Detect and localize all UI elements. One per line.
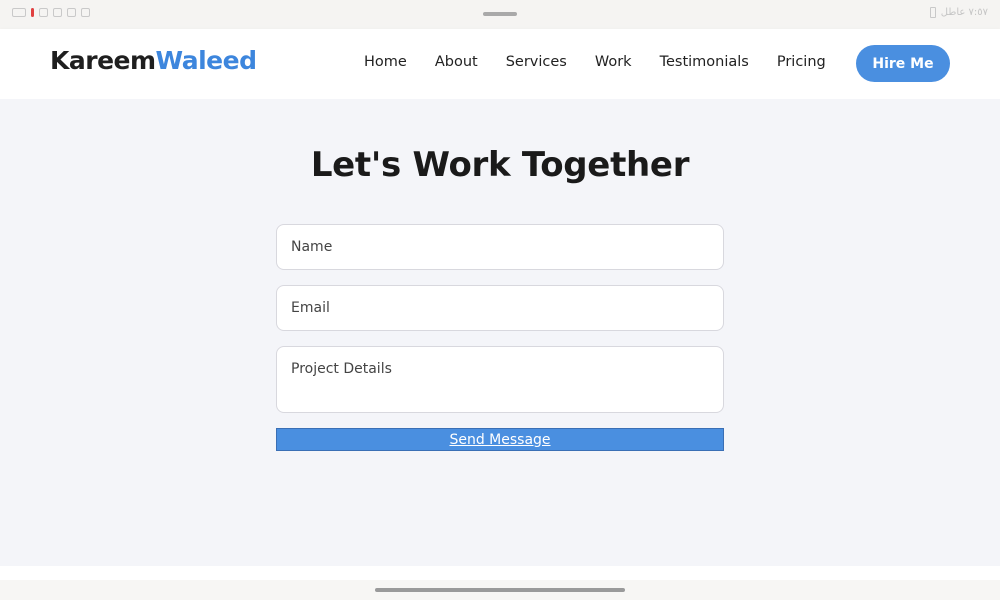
user-icon <box>67 8 76 17</box>
status-text: ٧:٥٧ عاطل <box>940 7 988 18</box>
email-input[interactable] <box>276 285 724 331</box>
drag-handle[interactable] <box>483 12 517 16</box>
home-indicator[interactable] <box>375 588 625 592</box>
mail-icon <box>12 8 26 17</box>
logo[interactable]: KareemWaleed <box>50 46 257 75</box>
status-bar: ٧:٥٧ عاطل <box>0 0 1000 29</box>
nav-home[interactable]: Home <box>364 54 407 70</box>
headset-icon <box>81 8 90 17</box>
contact-section: Let's Work Together Send Message <box>0 99 1000 566</box>
status-icons-left <box>12 8 90 17</box>
nav-testimonials[interactable]: Testimonials <box>660 54 749 70</box>
logo-last-name: Waleed <box>155 46 257 75</box>
status-icons-right: ٧:٥٧ عاطل <box>929 7 988 18</box>
system-nav-bar <box>0 580 1000 600</box>
footer-strip <box>0 566 1000 580</box>
main-nav: Home About Services Work Testimonials Pr… <box>364 54 854 70</box>
hire-me-button[interactable]: Hire Me <box>856 45 950 82</box>
send-message-button[interactable]: Send Message <box>276 428 724 451</box>
app-icon <box>39 8 48 17</box>
name-input[interactable] <box>276 224 724 270</box>
site-header: KareemWaleed Home About Services Work Te… <box>0 29 1000 99</box>
settings-icon <box>53 8 62 17</box>
nav-about[interactable]: About <box>435 54 478 70</box>
nav-work[interactable]: Work <box>595 54 632 70</box>
project-details-textarea[interactable] <box>276 346 724 413</box>
nav-services[interactable]: Services <box>506 54 567 70</box>
battery-icon <box>929 7 936 18</box>
nav-pricing[interactable]: Pricing <box>777 54 826 70</box>
notification-icon <box>31 8 34 17</box>
page-title: Let's Work Together <box>310 145 690 185</box>
logo-first-name: Kareem <box>50 46 156 75</box>
